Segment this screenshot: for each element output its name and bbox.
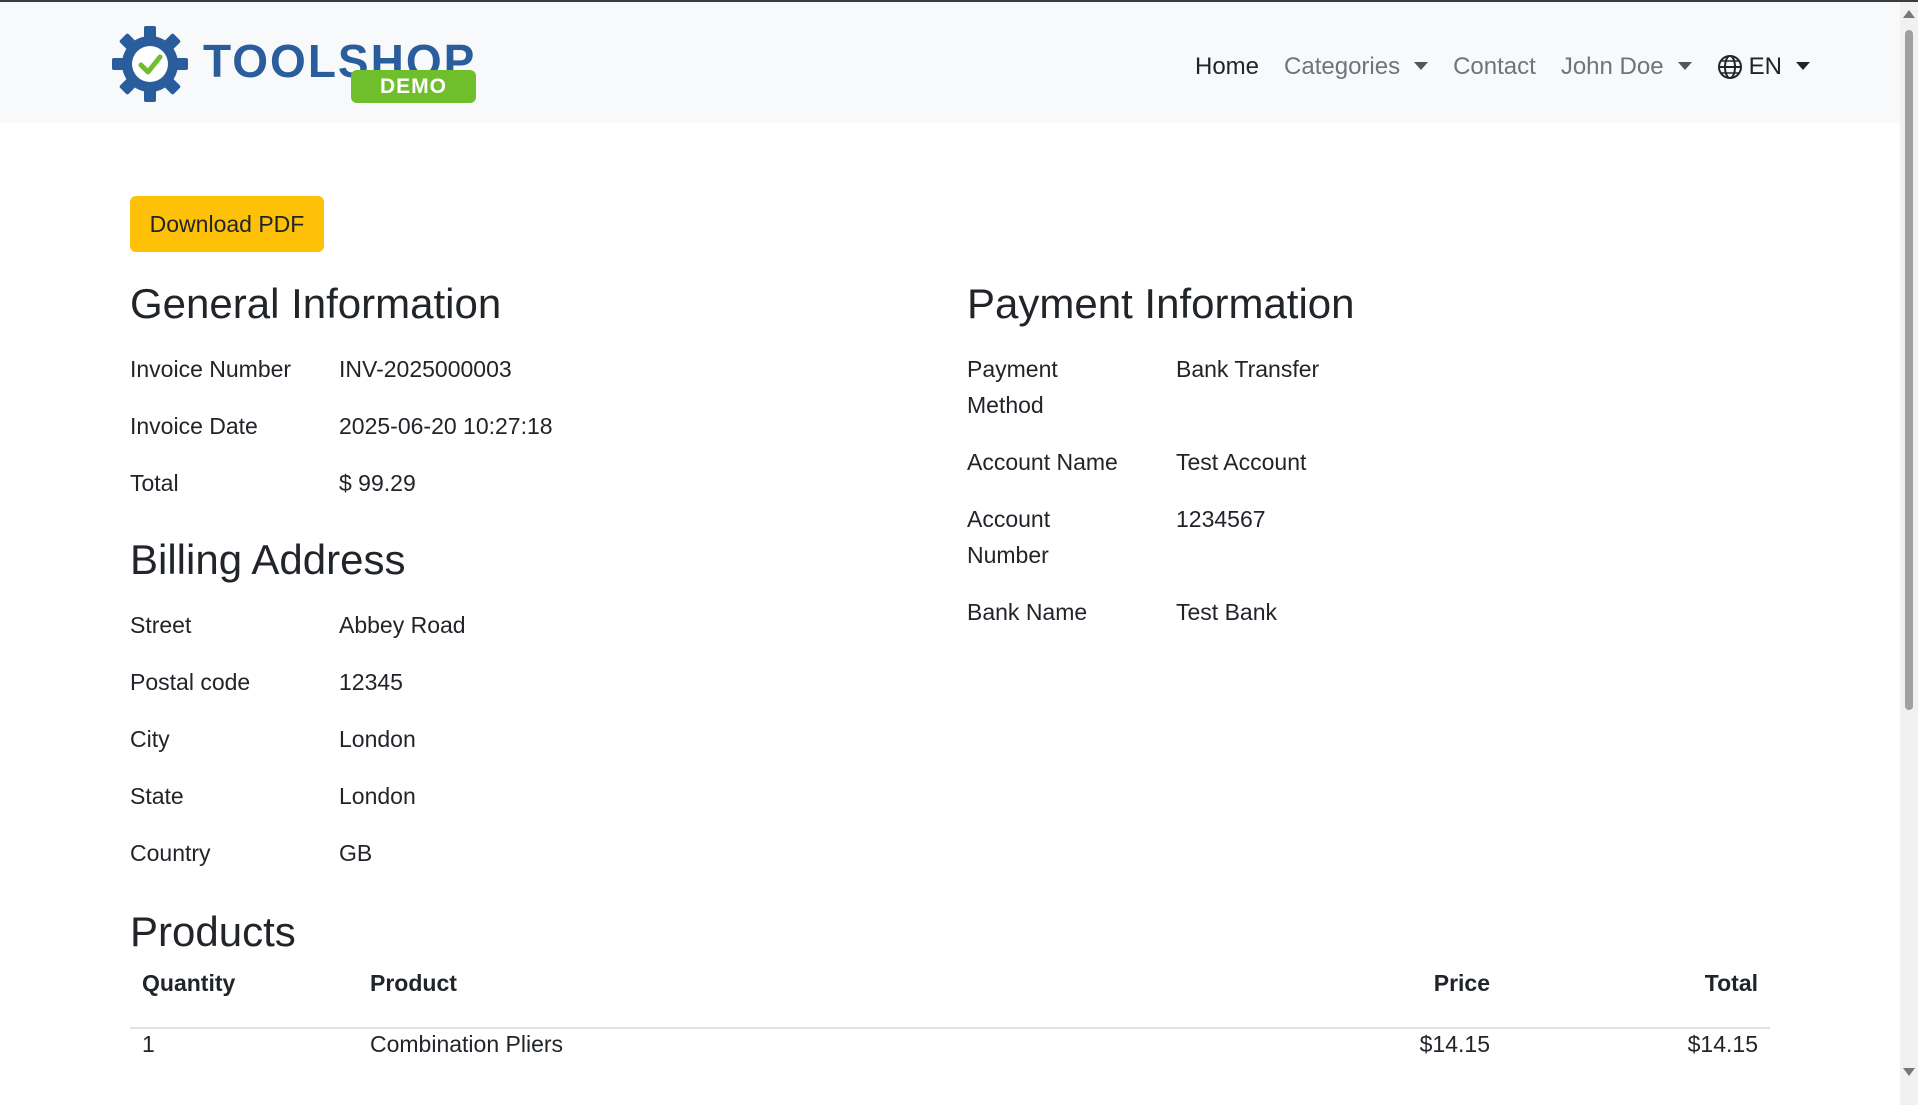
payment-method-label-line1: Payment [967,356,1058,382]
nav-language-dropdown[interactable]: EN [1717,53,1810,81]
country-label: Country [130,840,211,866]
logo-demo-badge: DEMO [351,70,476,103]
column-header-product: Product [370,970,457,996]
chevron-down-icon [1795,62,1810,70]
account-name-value: Test Account [1176,449,1307,475]
postal-code-value: 12345 [339,669,403,695]
bank-name-label: Bank Name [967,599,1088,625]
nav-home[interactable]: Home [1195,53,1259,81]
invoice-date-label: Invoice Date [130,413,258,439]
invoice-number-label: Invoice Number [130,356,292,382]
chevron-down-icon [1414,62,1429,70]
row-price: $14.15 [1419,1031,1490,1057]
nav-categories-label: Categories [1284,53,1401,80]
row-quantity: 1 [142,1031,155,1057]
globe-icon [1717,55,1742,79]
main-nav: Home Categories Contact John Doe EN [1195,47,1835,87]
account-name-label: Account Name [967,449,1118,475]
navbar: TOOLSHOP DEMO Home Categories Contact Jo… [0,2,1900,123]
download-pdf-button[interactable]: Download PDF [130,196,324,252]
vertical-scrollbar[interactable] [1900,2,1918,1105]
scroll-down-arrow-icon[interactable] [1903,1068,1915,1076]
bank-name-value: Test Bank [1176,599,1277,625]
table-header-divider [130,1027,1770,1029]
state-label: State [130,783,184,809]
chevron-down-icon [1677,62,1692,70]
nav-contact[interactable]: Contact [1453,53,1536,81]
invoice-number-value: INV-2025000003 [339,356,512,382]
general-information-heading: General Information [130,280,502,327]
products-heading: Products [130,908,296,955]
total-label: Total [130,470,179,496]
account-number-label-line2: Number [967,542,1049,568]
column-header-total: Total [1704,970,1758,996]
payment-information-heading: Payment Information [967,280,1355,327]
street-label: Street [130,612,192,638]
nav-user-label: John Doe [1560,53,1664,80]
account-number-value: 1234567 [1176,506,1266,532]
nav-categories-dropdown[interactable]: Categories [1284,53,1429,81]
country-value: GB [339,840,373,866]
nav-contact-label: Contact [1453,53,1536,80]
toolshop-logo[interactable]: TOOLSHOP DEMO [110,22,480,107]
city-value: London [339,726,416,752]
city-label: City [130,726,170,752]
billing-address-heading: Billing Address [130,536,406,583]
account-number-label-line1: Account [967,506,1051,532]
nav-user-dropdown[interactable]: John Doe [1561,53,1692,81]
street-value: Abbey Road [339,612,466,638]
state-value: London [339,783,416,809]
nav-home-label: Home [1195,53,1260,80]
invoice-date-value: 2025-06-20 10:27:18 [339,413,553,439]
payment-method-value: Bank Transfer [1176,356,1320,382]
column-header-quantity: Quantity [142,970,236,996]
nav-language-label: EN [1748,53,1782,80]
total-value: $ 99.29 [339,470,416,496]
postal-code-label: Postal code [130,669,251,695]
row-total: $14.15 [1687,1031,1758,1057]
row-product: Combination Pliers [370,1031,564,1057]
scroll-up-arrow-icon[interactable] [1903,10,1915,18]
scrollbar-thumb[interactable] [1905,30,1913,710]
gear-check-icon [112,26,188,102]
payment-method-label-line2: Method [967,392,1044,418]
column-header-price: Price [1433,970,1490,996]
